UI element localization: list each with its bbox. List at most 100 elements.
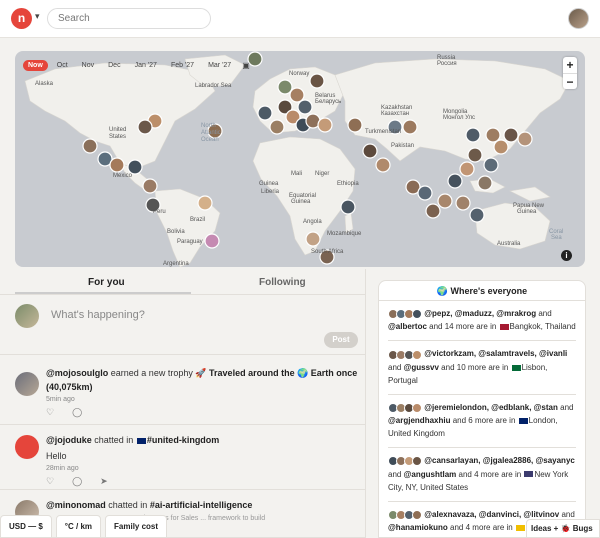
map-label-us: United (109, 127, 126, 133)
post-message: Hello (46, 451, 67, 461)
feed-post: @mojosoulglo earned a new trophy 🚀 Trave… (0, 362, 365, 425)
logo-icon[interactable]: n (11, 8, 32, 29)
group-last-user[interactable]: @angushtlam (404, 470, 457, 479)
location-group[interactable]: @cansarlayan, @jgalea2886, @sayanyc and … (388, 448, 576, 502)
search-input[interactable] (47, 8, 211, 29)
timeline-now[interactable]: Now (23, 60, 48, 71)
ideas-bugs-button[interactable]: Ideas + 🐞 Bugs (526, 519, 600, 538)
channel-link[interactable]: #ai-artificial-intelligence (150, 500, 253, 510)
feed-post: @jojoduke chatted in #united-kingdom Hel… (0, 425, 365, 490)
share-icon[interactable]: ➤ (100, 476, 108, 487)
avatar-stack (388, 307, 422, 320)
location-group[interactable]: @victorkzam, @salamtravels, @ivanli and … (388, 341, 576, 395)
group-and: and (388, 469, 404, 479)
avatar (15, 304, 39, 328)
thailand-flag-icon (499, 324, 509, 331)
group-place[interactable]: Bangkok, Thailand (510, 322, 576, 331)
us-flag-icon (524, 471, 534, 478)
group-more: and 14 more are in (426, 322, 499, 332)
feed-tabs: For you Following (0, 269, 365, 295)
map-label-australia: Australia (497, 241, 521, 247)
group-users[interactable]: @cansarlayan, @jgalea2886, @sayanyc (424, 456, 575, 465)
info-icon[interactable]: i (561, 250, 572, 261)
post-action: chatted in (105, 500, 150, 510)
family-cost-button[interactable]: Family cost (105, 515, 168, 538)
post-action: chatted in (91, 435, 136, 445)
map-label-peru: Peru (153, 209, 166, 215)
zoom-out-button[interactable]: − (563, 73, 577, 89)
profile-avatar[interactable] (568, 8, 589, 29)
timeline-mar[interactable]: Mar '27 (203, 60, 236, 71)
map-label-pakistan: Pakistan (391, 143, 414, 149)
map-label-ethiopia: Ethiopia (337, 181, 359, 187)
zoom-controls: + − (563, 57, 577, 89)
group-last-user[interactable]: @gussvv (404, 363, 439, 372)
timeline-nov[interactable]: Nov (77, 60, 99, 71)
timeline-oct[interactable]: Oct (52, 60, 73, 71)
avatar-stack (388, 401, 422, 414)
map-label-brazil: Brazil (190, 217, 205, 223)
timeline: Now Oct Nov Dec Jan '27 Feb '27 Mar '27 … (23, 60, 250, 71)
tab-following[interactable]: Following (259, 277, 306, 288)
comment-icon[interactable]: ◯ (72, 476, 82, 487)
post-action: earned a new trophy 🚀 (108, 368, 210, 378)
units-button[interactable]: °C / km (55, 515, 102, 538)
group-and: and (557, 402, 574, 412)
world-map[interactable]: Alaska United States Mexico Labrador Sea… (15, 51, 585, 267)
map-label-angola: Angola (303, 219, 322, 225)
location-group[interactable]: @jeremielondon, @edblank, @stan and @arg… (388, 395, 576, 449)
group-and: and (536, 309, 552, 318)
svg-text:Guinea: Guinea (291, 199, 311, 205)
group-last-user[interactable]: @hanamiokuno (388, 523, 448, 532)
timeline-jan[interactable]: Jan '27 (130, 60, 162, 71)
uk-flag-icon (136, 437, 146, 444)
bottom-bar: USD — $ °C / km Family cost (0, 515, 168, 538)
post-user[interactable]: @mojosoulglo (46, 368, 108, 378)
avatar[interactable] (15, 435, 39, 459)
map-label-mozambique: Mozambique (327, 231, 362, 237)
location-group[interactable]: @pepz, @maduzz, @mrakrog and @albertoc a… (388, 301, 576, 342)
group-users[interactable]: @alexnavaza, @danvinci, @litvinov (424, 510, 559, 519)
like-icon[interactable]: ♡ (46, 407, 54, 418)
group-users[interactable]: @pepz, @maduzz, @mrakrog (424, 309, 536, 318)
portugal-flag-icon (511, 364, 521, 371)
group-users[interactable]: @victorkzam, @salamtravels, @ivanli (424, 349, 567, 358)
avatar-stack (388, 348, 422, 361)
comment-icon[interactable]: ◯ (72, 407, 82, 418)
uk-flag-icon (518, 418, 528, 425)
post-user[interactable]: @minonomad (46, 500, 106, 510)
svg-text:Guinea: Guinea (517, 209, 537, 215)
like-icon[interactable]: ♡ (46, 476, 54, 487)
chevron-down-icon[interactable]: ▾ (35, 11, 40, 22)
tab-for-you[interactable]: For you (88, 277, 125, 288)
avatar[interactable] (15, 372, 39, 396)
map-label-mexico: Mexico (113, 173, 133, 179)
feed-panel: For you Following What's happening? @moj… (0, 269, 366, 538)
currency-button[interactable]: USD — $ (0, 515, 52, 538)
group-last-user[interactable]: @argjendhaxhiu (388, 416, 450, 425)
group-more: and 6 more are in (450, 416, 518, 426)
post-button[interactable]: Post (324, 332, 358, 348)
timeline-feb[interactable]: Feb '27 (166, 60, 199, 71)
group-users[interactable]: @jeremielondon, @edblank, @stan (424, 403, 558, 412)
zoom-in-button[interactable]: + (563, 57, 577, 73)
group-last-user[interactable]: @albertoc (388, 322, 427, 331)
map-label-alaska: Alaska (35, 81, 54, 87)
map-label-bolivia: Bolivia (167, 229, 185, 235)
map-label-south-africa: South Africa (311, 249, 344, 255)
wheres-everyone-panel: 🌍 Where's everyone @pepz, @maduzz, @mrak… (378, 280, 586, 538)
timeline-dec[interactable]: Dec (103, 60, 125, 71)
map-label-argentina: Argentina (163, 261, 189, 267)
panel-title: 🌍 Where's everyone (379, 281, 585, 301)
calendar-icon[interactable]: ▣ (242, 61, 250, 70)
post-user[interactable]: @jojoduke (46, 435, 92, 445)
svg-text:North: North (201, 123, 216, 129)
group-more: and 10 more are in (438, 362, 511, 372)
svg-text:Sea: Sea (551, 235, 562, 241)
map-label-mali: Mali (291, 171, 302, 177)
spain-flag-icon (515, 524, 525, 531)
channel-link[interactable]: #united-kingdom (147, 435, 220, 445)
group-and: and (388, 362, 404, 372)
map-label-turkmenistan: Turkmenistan (365, 129, 401, 135)
composer-input[interactable]: What's happening? (51, 309, 145, 321)
